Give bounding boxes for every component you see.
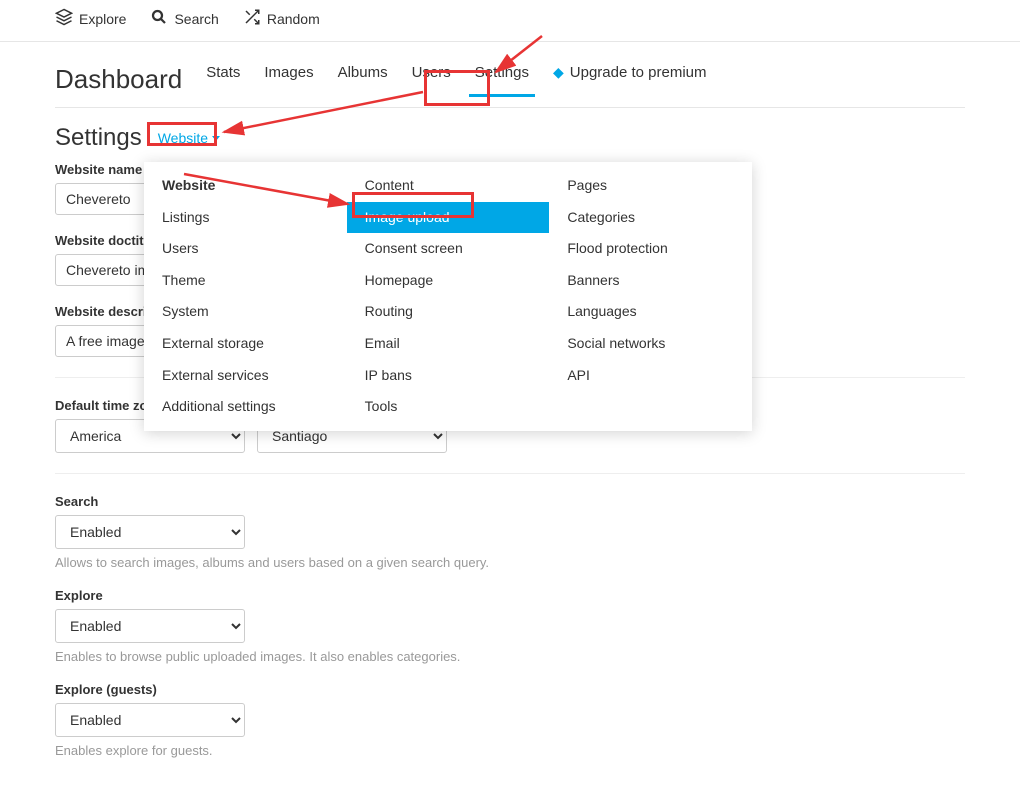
dd-item-listings[interactable]: Listings: [144, 202, 347, 234]
nav-search[interactable]: Search: [150, 8, 218, 29]
dd-item-website[interactable]: Website: [144, 170, 347, 202]
dd-item-content[interactable]: Content: [347, 170, 550, 202]
dd-item-categories[interactable]: Categories: [549, 202, 752, 234]
tab-upgrade[interactable]: ◆ Upgrade to premium: [553, 64, 707, 95]
layers-icon: [55, 8, 73, 29]
dropdown-label: Website: [158, 130, 208, 146]
dd-item-external-services[interactable]: External services: [144, 360, 347, 392]
nav-explore-label: Explore: [79, 11, 126, 27]
dropdown-col-1: Website Listings Users Theme System Exte…: [144, 170, 347, 423]
dd-item-languages[interactable]: Languages: [549, 296, 752, 328]
separator: [55, 473, 965, 474]
tab-images[interactable]: Images: [264, 64, 313, 95]
settings-title: Settings: [55, 124, 142, 152]
dashboard-header: Dashboard Stats Images Albums Users Sett…: [55, 42, 965, 108]
caret-down-icon: [212, 136, 220, 141]
tab-users[interactable]: Users: [412, 64, 451, 95]
select-explore[interactable]: Enabled: [55, 609, 245, 643]
hint-explore: Enables to browse public uploaded images…: [55, 649, 965, 664]
dd-item-email[interactable]: Email: [347, 328, 550, 360]
dd-item-flood-protection[interactable]: Flood protection: [549, 233, 752, 265]
dashboard-title: Dashboard: [55, 64, 182, 95]
nav-random-label: Random: [267, 11, 320, 27]
dd-item-consent-screen[interactable]: Consent screen: [347, 233, 550, 265]
dropdown-col-3: Pages Categories Flood protection Banner…: [549, 170, 752, 423]
select-search[interactable]: Enabled: [55, 515, 245, 549]
dd-item-banners[interactable]: Banners: [549, 265, 752, 297]
settings-heading-row: Settings Website: [55, 108, 965, 162]
tab-upgrade-label: Upgrade to premium: [570, 64, 707, 81]
dropdown-col-2: Content Image upload Consent screen Home…: [347, 170, 550, 423]
field-search: Search Enabled Allows to search images, …: [55, 494, 965, 570]
dd-item-pages[interactable]: Pages: [549, 170, 752, 202]
label-explore: Explore: [55, 588, 965, 603]
dd-item-ip-bans[interactable]: IP bans: [347, 360, 550, 392]
top-nav: Explore Search Random: [0, 0, 1020, 42]
tab-albums[interactable]: Albums: [338, 64, 388, 95]
dd-item-api[interactable]: API: [549, 360, 752, 392]
dd-item-routing[interactable]: Routing: [347, 296, 550, 328]
shuffle-icon: [243, 8, 261, 29]
select-explore-guests[interactable]: Enabled: [55, 703, 245, 737]
dd-item-image-upload[interactable]: Image upload: [347, 202, 550, 234]
dd-item-social-networks[interactable]: Social networks: [549, 328, 752, 360]
hint-explore-guests: Enables explore for guests.: [55, 743, 965, 758]
dashboard-tabs: Stats Images Albums Users Settings ◆ Upg…: [206, 64, 706, 95]
hint-search: Allows to search images, albums and user…: [55, 555, 965, 570]
field-explore: Explore Enabled Enables to browse public…: [55, 588, 965, 664]
diamond-icon: ◆: [553, 64, 564, 81]
label-search: Search: [55, 494, 965, 509]
dd-item-users[interactable]: Users: [144, 233, 347, 265]
nav-search-label: Search: [174, 11, 218, 27]
field-explore-guests: Explore (guests) Enabled Enables explore…: [55, 682, 965, 758]
dd-item-theme[interactable]: Theme: [144, 265, 347, 297]
dd-item-homepage[interactable]: Homepage: [347, 265, 550, 297]
settings-section-dropdown[interactable]: Website: [152, 128, 226, 148]
dd-item-tools[interactable]: Tools: [347, 391, 550, 423]
nav-random[interactable]: Random: [243, 8, 320, 29]
dd-item-external-storage[interactable]: External storage: [144, 328, 347, 360]
settings-dropdown-panel: Website Listings Users Theme System Exte…: [144, 162, 752, 431]
dd-item-additional-settings[interactable]: Additional settings: [144, 391, 347, 423]
dd-item-system[interactable]: System: [144, 296, 347, 328]
search-icon: [150, 8, 168, 29]
tab-stats[interactable]: Stats: [206, 64, 240, 95]
nav-explore[interactable]: Explore: [55, 8, 126, 29]
tab-settings[interactable]: Settings: [475, 64, 529, 95]
label-explore-guests: Explore (guests): [55, 682, 965, 697]
